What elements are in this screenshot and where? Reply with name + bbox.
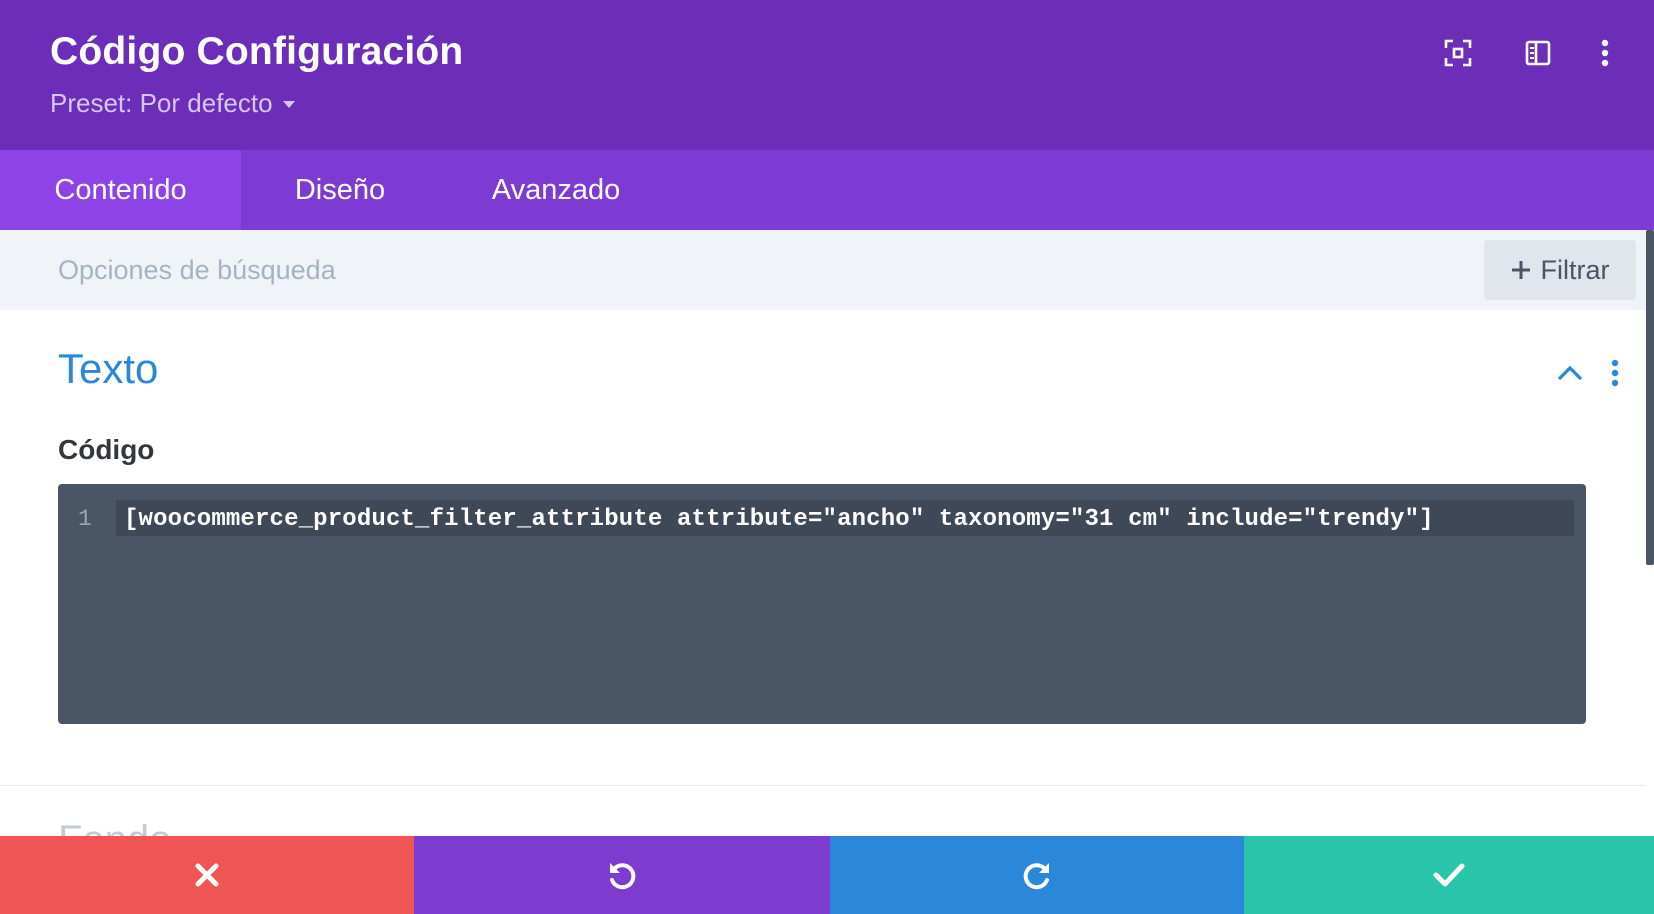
plus-icon	[1511, 261, 1530, 279]
filter-button[interactable]: Filtrar	[1484, 240, 1636, 300]
tab-contenido[interactable]: Contenido	[0, 150, 241, 230]
close-icon	[195, 863, 219, 887]
cancel-button[interactable]	[0, 836, 414, 914]
field-label-codigo: Código	[58, 434, 155, 465]
save-button[interactable]	[1244, 836, 1654, 914]
modal-header: Código Configuración Preset: Por defecto	[0, 0, 1654, 150]
code-text[interactable]: [woocommerce_product_filter_attribute at…	[124, 506, 1434, 533]
filter-label: Filtrar	[1540, 254, 1610, 285]
section-divider	[0, 785, 1646, 786]
chevron-up-icon[interactable]	[1554, 357, 1586, 389]
scrollbar[interactable]	[1646, 230, 1654, 565]
redo-icon	[1023, 863, 1049, 890]
section-title[interactable]: Texto	[58, 345, 158, 393]
redo-button[interactable]	[830, 836, 1244, 914]
tab-avanzado[interactable]: Avanzado	[439, 150, 673, 230]
check-icon	[1433, 863, 1465, 887]
sidebar-layout-icon[interactable]	[1521, 36, 1555, 70]
tab-bar: Contenido Diseño Avanzado	[0, 150, 1654, 230]
search-bar: Filtrar	[0, 230, 1654, 310]
line-number: 1	[78, 506, 92, 532]
caret-down-icon	[282, 101, 295, 108]
active-code-line[interactable]: [woocommerce_product_filter_attribute at…	[116, 500, 1574, 536]
preset-dropdown[interactable]: Preset: Por defecto	[50, 88, 295, 119]
undo-icon	[610, 863, 636, 890]
action-footer	[0, 836, 1654, 914]
modal-title: Código Configuración	[50, 30, 464, 73]
code-editor[interactable]: 1 [woocommerce_product_filter_attribute …	[58, 484, 1586, 724]
preset-label: Preset: Por defecto	[50, 88, 273, 118]
settings-modal: Código Configuración Preset: Por defecto	[0, 0, 1654, 914]
expand-focus-icon[interactable]	[1441, 36, 1475, 70]
undo-button[interactable]	[414, 836, 830, 914]
search-input[interactable]	[58, 250, 1058, 290]
section-more-vertical-icon[interactable]	[1599, 357, 1631, 389]
more-vertical-icon[interactable]	[1588, 36, 1622, 70]
tab-diseno[interactable]: Diseño	[241, 150, 439, 230]
